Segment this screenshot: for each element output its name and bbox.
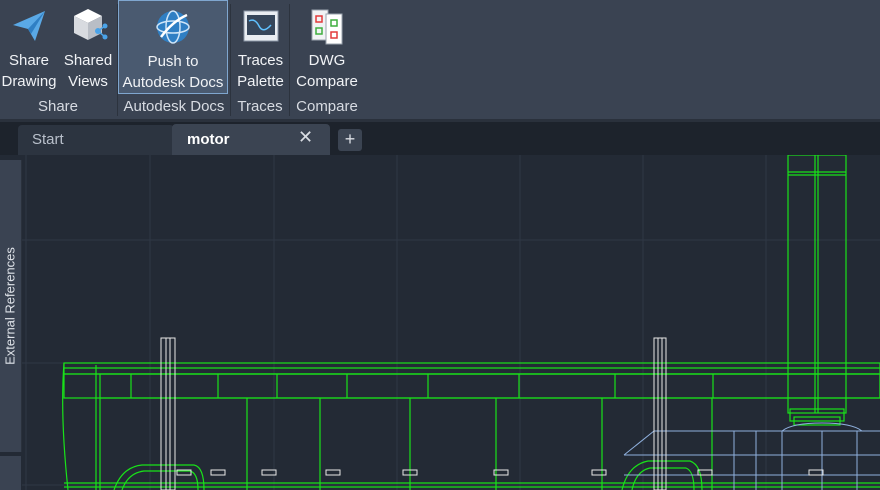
dwg-compare-icon bbox=[311, 9, 343, 45]
external-references-palette[interactable]: External References bbox=[0, 160, 22, 452]
drawing-canvas[interactable] bbox=[22, 155, 880, 490]
tab-motor-label: motor bbox=[187, 131, 230, 148]
share-drawing-label: Share Drawing bbox=[1, 52, 57, 90]
shared-views-cube-icon bbox=[74, 9, 108, 40]
push-to-autodesk-docs-label: Push to Autodesk Docs bbox=[122, 53, 224, 91]
share-drawing-button[interactable]: Share Drawing bbox=[0, 0, 58, 94]
push-to-autodesk-docs-button[interactable]: Push to Autodesk Docs bbox=[118, 0, 228, 94]
tab-start[interactable]: Start bbox=[18, 125, 174, 155]
group-label-share: Share bbox=[37, 98, 79, 115]
group-label-traces: Traces bbox=[237, 98, 283, 115]
traces-palette-button[interactable]: Traces Palette bbox=[233, 0, 288, 94]
autodesk-docs-globe-icon bbox=[156, 10, 190, 44]
traces-palette-icon bbox=[243, 10, 278, 42]
tab-start-label: Start bbox=[32, 131, 64, 148]
group-label-compare: Compare bbox=[296, 98, 358, 115]
shared-views-label: Shared Views bbox=[63, 52, 113, 90]
external-references-label: External References bbox=[2, 247, 18, 365]
dwg-compare-label: DWG Compare bbox=[296, 52, 358, 90]
new-tab-button[interactable]: + bbox=[338, 129, 362, 151]
palette-strip bbox=[0, 456, 21, 490]
tab-motor[interactable]: motor ✕ bbox=[172, 124, 330, 155]
dwg-compare-button[interactable]: DWG Compare bbox=[293, 0, 361, 94]
traces-palette-label: Traces Palette bbox=[237, 52, 284, 90]
shared-views-button[interactable]: Shared Views bbox=[60, 0, 116, 94]
plus-icon: + bbox=[344, 129, 356, 149]
paper-plane-icon bbox=[13, 11, 45, 41]
close-icon[interactable]: ✕ bbox=[298, 127, 313, 148]
group-label-autodesk-docs: Autodesk Docs bbox=[123, 98, 225, 115]
